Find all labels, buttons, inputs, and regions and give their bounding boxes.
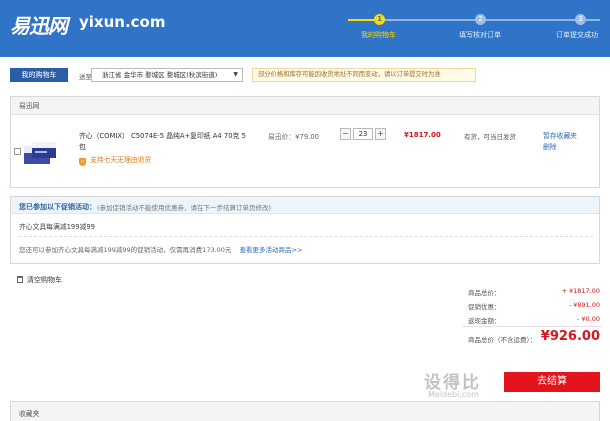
promotion-divider bbox=[19, 236, 593, 237]
step-1-dot: 1 bbox=[374, 14, 385, 25]
shield-icon: ✓ bbox=[79, 158, 86, 166]
unit-price: 易迅价：¥79.00 bbox=[268, 133, 319, 141]
product-image[interactable] bbox=[22, 138, 58, 166]
ship-to-region-select[interactable]: 浙江省 金华市 婺城区 婺城区(秋滨街道) ▼ bbox=[91, 68, 243, 82]
quantity-decrease-button[interactable]: − bbox=[340, 128, 351, 140]
summary-subtotal-value: + ¥1817.00 bbox=[561, 287, 600, 295]
promotion-item: 齐心文具每满减199减99 bbox=[19, 223, 95, 231]
trash-icon bbox=[17, 276, 23, 283]
promotion-title: 您已参加以下促销活动： bbox=[19, 203, 96, 211]
favorites-section: 收藏夹 bbox=[10, 401, 600, 421]
line-total-price: ¥1817.00 bbox=[404, 131, 441, 139]
summary-cashback-label: 返现金额： bbox=[468, 317, 501, 325]
step-2-dot: 2 bbox=[475, 14, 486, 25]
item-checkbox[interactable] bbox=[14, 148, 21, 155]
summary-discount-value: - ¥891.00 bbox=[568, 301, 600, 309]
site-logo-domain[interactable]: yixun.com bbox=[79, 13, 165, 31]
promotion-info: 您还可以参加齐心文具每满减199减99的促销活动，仅需再消费173.00元 查看… bbox=[19, 246, 303, 254]
product-name-link[interactable]: 齐心（COMIX） C5074E-5 晶纯A+复印纸 A4 70克 5包 bbox=[79, 131, 249, 153]
summary-cashback-value: - ¥0.00 bbox=[576, 315, 600, 323]
step-2-label: 填写核对订单 bbox=[459, 31, 501, 39]
my-cart-tab[interactable]: 我的购物车 bbox=[10, 68, 68, 82]
quantity-input[interactable]: 23 bbox=[353, 128, 373, 140]
quantity-increase-button[interactable]: + bbox=[375, 128, 386, 140]
order-total-label: 商品总价（不含运费）： bbox=[468, 336, 537, 344]
site-logo[interactable]: 易迅网 bbox=[10, 10, 68, 39]
summary-divider bbox=[462, 326, 602, 327]
ship-to-region-value: 浙江省 金华市 婺城区 婺城区(秋滨街道) bbox=[102, 71, 218, 79]
promotion-box: 您已参加以下促销活动： (参加促销活动不能使用优惠券，请在下一步结算订单页修改)… bbox=[10, 196, 600, 264]
promotion-description: (参加促销活动不能使用优惠券，请在下一步结算订单页修改) bbox=[97, 204, 272, 212]
watermark-text: 设得比 bbox=[424, 373, 481, 393]
more-promo-items-link[interactable]: 查看更多活动商品>> bbox=[240, 246, 303, 254]
step-1-label: 我的购物车 bbox=[361, 31, 396, 39]
summary-discount-label: 促销优惠： bbox=[468, 303, 501, 311]
stock-status: 有货，可当日发货 bbox=[464, 133, 516, 141]
price-notice: 部分价格和库存可能因收货地址不同而变动，请以订单提交时为准 bbox=[252, 68, 476, 82]
step-3-dot: 3 bbox=[575, 14, 586, 25]
chevron-down-icon: ▼ bbox=[233, 71, 238, 78]
return-support-badge: ✓ 支持七天无理由退货 bbox=[79, 156, 152, 166]
checkout-button[interactable]: 去结算 bbox=[504, 372, 600, 392]
delete-item-link[interactable]: 删除 bbox=[543, 141, 557, 151]
favorites-title[interactable]: 收藏夹 bbox=[19, 408, 39, 418]
checkout-progress-line bbox=[348, 19, 600, 21]
summary-subtotal-label: 商品总价： bbox=[468, 289, 501, 297]
promotion-header: 您已参加以下促销活动： (参加促销活动不能使用优惠券，请在下一步结算订单页修改) bbox=[11, 197, 599, 214]
step-3-label: 订单提交成功 bbox=[556, 31, 598, 39]
order-total-value: ¥926.00 bbox=[540, 329, 600, 344]
save-to-favorites-link[interactable]: 暂存收藏夹 bbox=[543, 130, 577, 140]
clear-cart-button[interactable]: 清空购物车 bbox=[17, 275, 62, 285]
top-header: 易迅网 yixun.com 1 2 3 我的购物车 填写核对订单 订单提交成功 bbox=[0, 0, 610, 57]
store-name: 易迅网 bbox=[11, 97, 599, 115]
watermark-site: Meidebi.com bbox=[428, 390, 479, 399]
